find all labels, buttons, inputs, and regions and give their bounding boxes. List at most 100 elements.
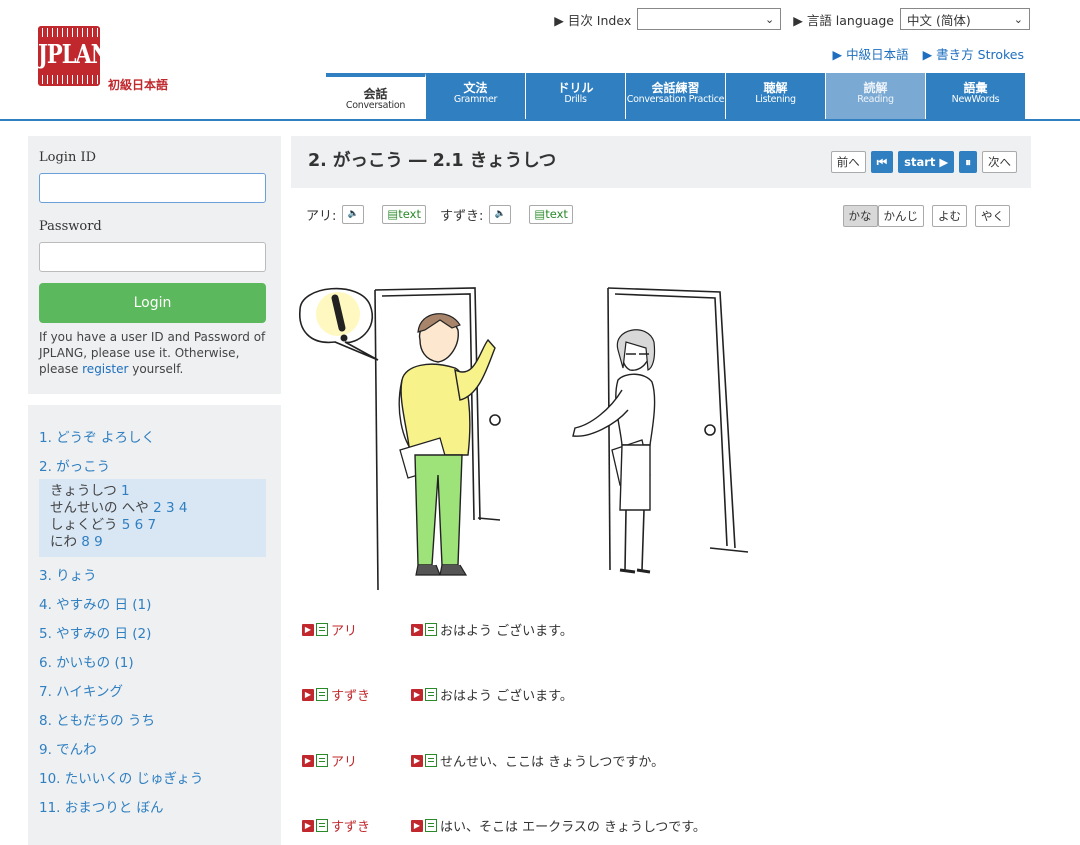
start-button[interactable]: start ▶ — [898, 151, 955, 173]
document-icon[interactable] — [316, 623, 328, 636]
dialog-line: ▶ アリ ▶ せんせい、ここは きょうしつですか。 — [302, 751, 664, 770]
tab-conversation-practice[interactable]: 会話練習 Conversation Practice — [626, 73, 726, 119]
tab-conversation[interactable]: 会話 Conversation — [326, 73, 426, 119]
tab-drills[interactable]: ドリル Drills — [526, 73, 626, 119]
tab-new-words[interactable]: 語彙 NewWords — [926, 73, 1026, 119]
speaker-2-label: すずき: — [439, 209, 484, 224]
play-icon[interactable]: ▶ — [302, 623, 314, 636]
speaker-icon[interactable]: 🔈 — [342, 205, 365, 224]
password-label: Password — [39, 219, 102, 234]
sub-item-link[interactable]: 5 6 7 — [122, 517, 156, 533]
sub-item-link[interactable]: 1 — [121, 483, 130, 499]
classroom-scene-illustration — [299, 287, 749, 591]
lesson-item[interactable]: 6. かいもの (1) — [39, 652, 281, 681]
play-icon[interactable]: ▶ — [411, 754, 423, 767]
display-options: かな かんじ よむ やく — [842, 205, 1010, 227]
text-button[interactable]: ▤text — [382, 205, 426, 224]
sub-item-link[interactable]: 2 3 4 — [153, 500, 187, 516]
chevron-down-icon: ⌄ — [765, 12, 775, 26]
index-label: ▶ 目次 Index — [554, 12, 632, 28]
text-button-label: text — [398, 207, 421, 221]
tab-label-en: Conversation Practice — [626, 93, 725, 105]
tab-listening[interactable]: 聴解 Listening — [726, 73, 826, 119]
sub-item-link[interactable]: 8 9 — [81, 534, 102, 550]
lesson-item[interactable]: 5. やすみの 日 (2) — [39, 623, 281, 652]
yaku-button[interactable]: やく — [975, 205, 1010, 227]
lesson-item[interactable]: 10. たいいくの じゅぎょう — [39, 768, 281, 797]
play-icon[interactable]: ▶ — [302, 688, 314, 701]
kana-toggle[interactable]: かな — [842, 205, 878, 227]
document-icon[interactable] — [316, 819, 328, 832]
pause-button[interactable]: ⏸ — [959, 151, 977, 173]
sub-item-label: にわ — [50, 534, 77, 550]
document-icon[interactable] — [425, 819, 437, 832]
yomu-button[interactable]: よむ — [932, 205, 967, 227]
logo-pattern-bottom — [38, 75, 100, 84]
lesson-item[interactable]: 9. でんわ — [39, 739, 281, 768]
sub-item-label: せんせいの へや — [50, 500, 149, 516]
play-icon[interactable]: ▶ — [411, 688, 423, 701]
dialog-text: おはよう ございます。 — [440, 624, 573, 639]
language-label: ▶ 言語 language — [793, 12, 894, 28]
password-input[interactable] — [39, 242, 266, 272]
login-button[interactable]: Login — [39, 283, 266, 323]
rewind-button[interactable]: ⏮ — [870, 151, 894, 173]
tab-label-en: Grammer — [453, 93, 498, 105]
header-divider — [0, 119, 1080, 121]
tab-label-en: Listening — [755, 93, 796, 105]
logo-text: JPLANG — [38, 37, 100, 69]
register-link[interactable]: register — [82, 362, 128, 376]
document-icon[interactable] — [425, 688, 437, 701]
document-icon[interactable] — [316, 754, 328, 767]
man-figure — [398, 313, 496, 576]
login-id-input[interactable] — [39, 173, 266, 203]
lesson-item[interactable]: 8. ともだちの うち — [39, 710, 281, 739]
jplang-logo[interactable]: JPLANG — [38, 26, 100, 86]
speaker-icon[interactable]: 🔈 — [489, 205, 512, 224]
lesson-item[interactable]: 7. ハイキング — [39, 681, 281, 710]
dialog-line: ▶ アリ ▶ おはよう ございます。 — [302, 620, 573, 639]
play-icon[interactable]: ▶ — [302, 754, 314, 767]
login-note: If you have a user ID and Password of JP… — [39, 329, 270, 377]
tab-label-en: NewWords — [951, 93, 1000, 105]
link-strokes[interactable]: ▶ 書き方 Strokes — [923, 44, 1024, 63]
kanji-toggle[interactable]: かんじ — [877, 205, 924, 227]
language-select[interactable]: 中文 (简体) ⌄ — [900, 8, 1030, 30]
text-button[interactable]: ▤text — [529, 205, 573, 224]
dialog-text: せんせい、ここは きょうしつですか。 — [440, 755, 665, 770]
login-panel: Login ID Password Login If you have a us… — [28, 136, 281, 394]
lesson-item[interactable]: 4. やすみの 日 (1) — [39, 594, 281, 623]
text-button-label: text — [545, 207, 568, 221]
document-icon[interactable] — [425, 754, 437, 767]
chevron-down-icon: ⌄ — [1013, 12, 1023, 26]
tab-label-en: Conversation — [345, 99, 406, 111]
lesson-item[interactable]: 11. おまつりと ぼん — [39, 797, 281, 826]
speaker-tools: アリ: 🔈 ▤text すずき: 🔈 ▤text — [306, 205, 573, 224]
sub-item: きょうしつ 1 — [50, 483, 258, 500]
document-icon[interactable] — [425, 623, 437, 636]
dialog-text: はい、そこは エークラスの きょうしつです。 — [440, 820, 706, 835]
lesson-list: 1. どうぞ よろしく 2. がっこう きょうしつ 1 せんせいの へや 2 3… — [28, 405, 281, 845]
tab-reading[interactable]: 読解 Reading — [826, 73, 926, 119]
script-toggle: かな かんじ — [842, 205, 924, 227]
index-select[interactable]: ⌄ — [637, 8, 782, 30]
link-intermediate[interactable]: ▶ 中級日本語 — [833, 44, 909, 63]
sub-item: せんせいの へや 2 3 4 — [50, 500, 258, 517]
dialog-text: おはよう ございます。 — [440, 689, 573, 704]
play-icon[interactable]: ▶ — [411, 819, 423, 832]
login-id-label: Login ID — [39, 150, 97, 165]
tab-grammar[interactable]: 文法 Grammer — [426, 73, 526, 119]
play-icon[interactable]: ▶ — [302, 819, 314, 832]
top-links: ▶ 中級日本語 ▶ 書き方 Strokes — [833, 44, 1025, 63]
document-icon[interactable] — [316, 688, 328, 701]
prev-button[interactable]: 前へ — [830, 151, 866, 173]
site-subtitle: 初級日本語 — [108, 78, 169, 92]
lesson-item[interactable]: 3. りょう — [39, 565, 281, 594]
lesson-sub-list: きょうしつ 1 せんせいの へや 2 3 4 しょくどう 5 6 7 にわ 8 … — [39, 479, 266, 557]
lesson-item[interactable]: 1. どうぞ よろしく — [39, 427, 281, 456]
next-button[interactable]: 次へ — [982, 151, 1017, 173]
login-note-text-end: yourself. — [128, 362, 184, 376]
play-icon[interactable]: ▶ — [411, 623, 423, 636]
tab-label-jp: 語彙 — [963, 81, 988, 95]
speaker-1-label: アリ: — [306, 209, 337, 224]
